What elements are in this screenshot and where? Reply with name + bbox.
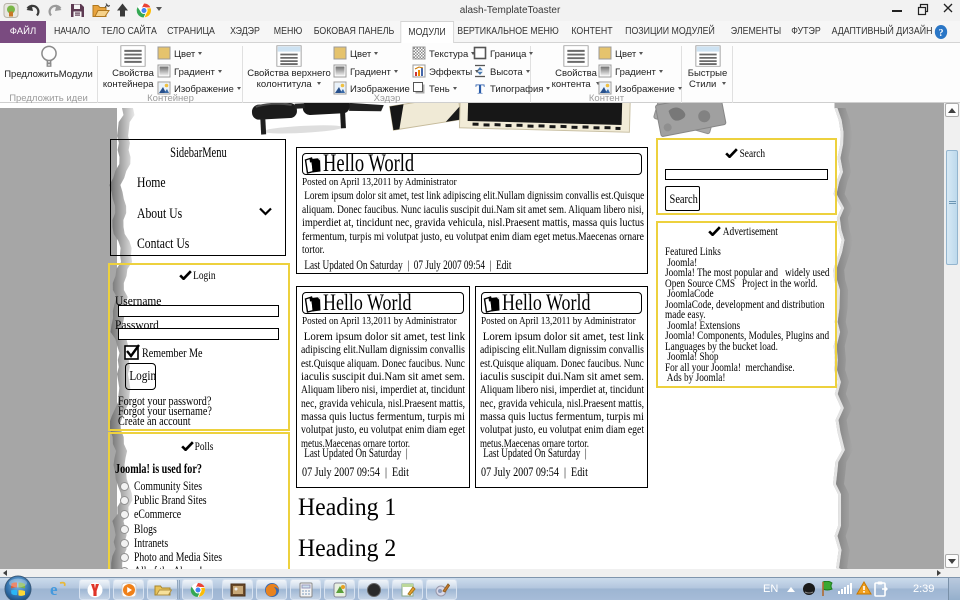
svg-text:e: e [50, 580, 58, 599]
svg-text:?: ? [939, 28, 944, 40]
